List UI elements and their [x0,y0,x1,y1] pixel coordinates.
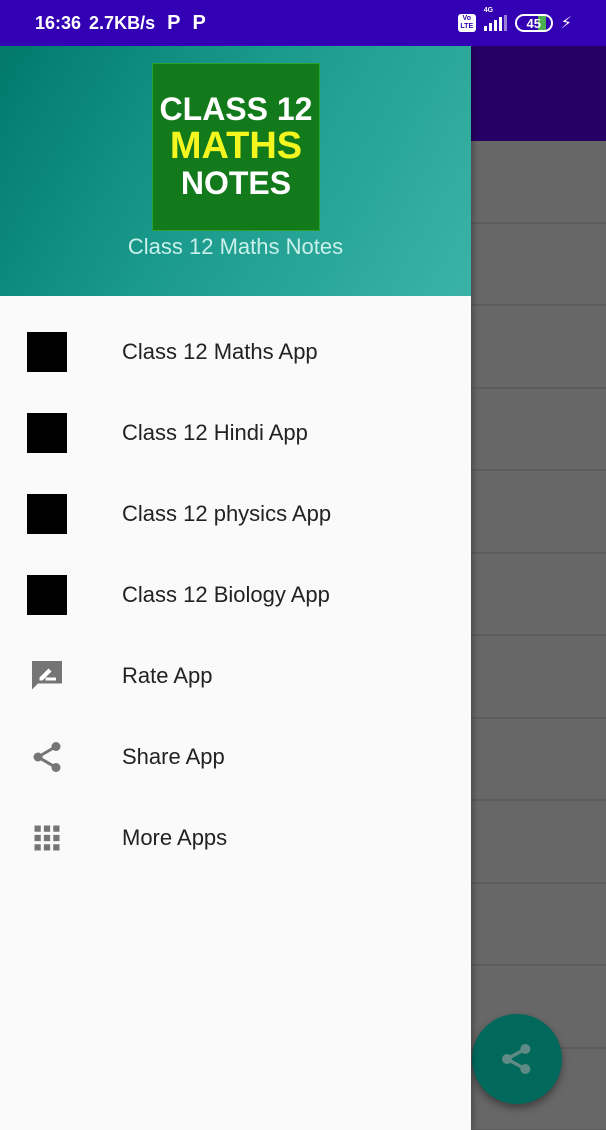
signal-icon: 4G [483,7,507,31]
share-fab[interactable] [472,1014,562,1104]
menu-item-hindi-app[interactable]: Class 12 Hindi App [0,392,471,473]
battery-icon: 45 [514,14,553,32]
notification-p-icon: P [167,11,181,34]
status-time: 16:36 [35,12,82,33]
menu-item-physics-app[interactable]: Class 12 physics App [0,473,471,554]
network-type-label: 4G [483,7,494,14]
share-icon [27,737,67,777]
charging-icon: ⚡ [560,15,572,32]
app-placeholder-icon [27,493,67,534]
battery-level: 45 [526,15,541,31]
drawer-header: CLASS 12 MATHS NOTES Class 12 Maths Note… [0,46,471,296]
app-placeholder-icon [27,412,67,453]
volte-icon: Vo LTE [457,14,476,32]
status-bar: 16:36 2.7KB/s P P Vo LTE 4G 45 ⚡ [0,0,606,46]
rate-review-icon [27,656,67,696]
apps-grid-icon [27,818,67,858]
app-placeholder-icon [27,574,67,615]
menu-item-maths-app[interactable]: Class 12 Maths App [0,311,471,392]
app-logo: CLASS 12 MATHS NOTES [152,63,320,231]
menu-item-biology-app[interactable]: Class 12 Biology App [0,554,471,635]
status-net-speed: 2.7KB/s [89,12,156,33]
share-icon [502,1044,531,1074]
drawer-menu: Class 12 Maths App Class 12 Hindi App Cl… [0,296,471,878]
menu-item-rate-app[interactable]: Rate App [0,635,471,716]
drawer-header-title: Class 12 Maths Notes [127,234,344,259]
navigation-drawer: CLASS 12 MATHS NOTES Class 12 Maths Note… [0,46,471,1130]
notification-p-icon: P [192,11,206,34]
app-placeholder-icon [27,331,67,372]
menu-item-more-apps[interactable]: More Apps [0,797,471,878]
menu-item-share-app[interactable]: Share App [0,716,471,797]
